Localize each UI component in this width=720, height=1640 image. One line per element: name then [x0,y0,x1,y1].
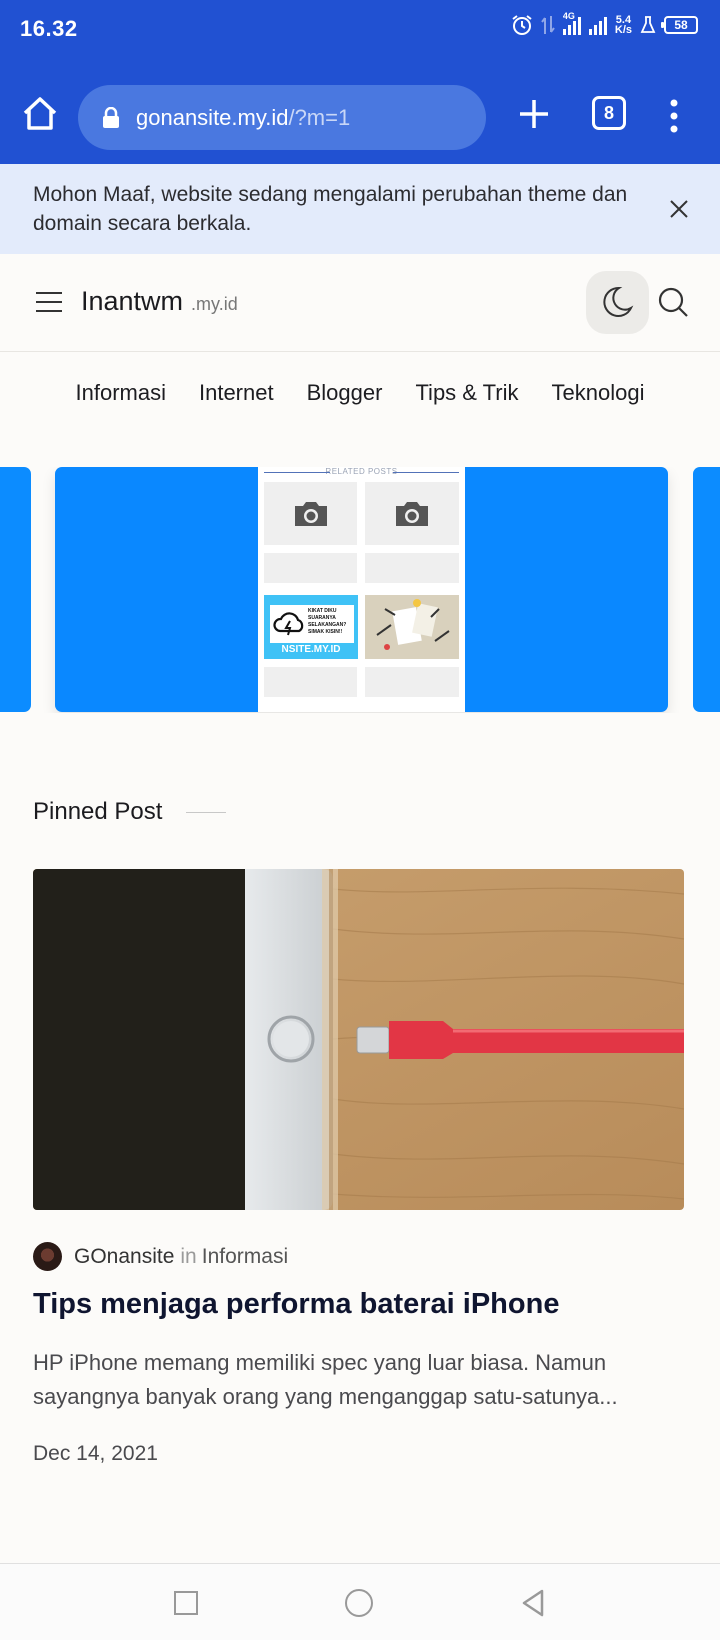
post-date: Dec 14, 2021 [33,1442,158,1465]
pinned-post-heading: Pinned Post [33,798,163,825]
tab-switcher-button[interactable]: 8 [592,96,626,130]
home-icon[interactable] [20,94,60,134]
author-name[interactable]: GOnansite [74,1245,174,1269]
mock-tile [365,667,459,697]
mock-tile-cloud: KIKAT DIKU SUARANYA SELAKANGAN? SIMAK KI… [264,595,358,659]
url-path: /?m=1 [288,104,351,130]
mock-tile [264,482,357,545]
mock-tile-art [365,595,459,659]
slide-current[interactable]: RELATED POSTS KIKAT DIKU SUARANYA SELAKA… [55,467,668,712]
post-title[interactable]: Tips menjaga performa baterai iPhone [33,1288,693,1321]
mock-related-title: RELATED POSTS [258,467,465,479]
post-category-link[interactable]: Informasi [202,1245,288,1269]
moon-icon [603,286,634,317]
data-arrows-icon [541,16,555,34]
logo-suffix: .my.id [191,294,238,314]
mock-tile [264,667,357,697]
recent-apps-button[interactable] [174,1591,198,1615]
slide-next[interactable] [693,467,720,712]
alarm-icon [512,15,532,35]
battery-indicator: 58 [661,16,698,34]
in-label: in [180,1244,197,1268]
more-options-icon[interactable] [664,98,684,134]
mock-tile [365,553,459,583]
notice-text: Mohon Maaf, website sedang mengalami per… [33,183,628,235]
iphone-charging-photo [33,869,684,1210]
notice-banner: Mohon Maaf, website sedang mengalami per… [0,164,720,254]
post-meta: GOnansite in Informasi [33,1242,288,1271]
site-header: Inantwm .my.id [0,254,720,352]
post-excerpt: HP iPhone memang memiliki spec yang luar… [33,1350,618,1409]
browser-toolbar: gonansite.my.id/?m=1 8 [0,60,720,164]
flask-icon [640,16,656,33]
nav-item-internet[interactable]: Internet [199,380,274,406]
home-button[interactable] [345,1589,373,1617]
hamburger-menu-icon[interactable] [35,290,63,314]
mock-tile [365,482,459,545]
site-logo[interactable]: Inantwm .my.id [81,286,238,317]
camera-icon [396,501,428,526]
featured-slider[interactable]: RELATED POSTS KIKAT DIKU SUARANYA SELAKA… [0,467,720,713]
cloud-card: KIKAT DIKU SUARANYA SELAKANGAN? SIMAK KI… [270,605,354,643]
slide-previous[interactable] [0,467,31,712]
mock-tile [264,553,357,583]
address-bar[interactable]: gonansite.my.id/?m=1 [78,85,486,150]
nav-item-tips-trik[interactable]: Tips & Trik [415,380,518,406]
network-type: 4G [562,11,575,21]
slide-image: RELATED POSTS KIKAT DIKU SUARANYA SELAKA… [258,467,465,712]
status-bar: 16.32 4G 5.4 K/s 58 [0,0,720,60]
lock-icon [103,106,119,128]
cloud-card-text: KIKAT DIKU SUARANYA SELAKANGAN? SIMAK KI… [308,608,347,635]
search-icon[interactable] [656,285,690,319]
author-avatar[interactable] [33,1242,62,1271]
nav-item-blogger[interactable]: Blogger [307,380,383,406]
nav-item-informasi[interactable]: Informasi [76,380,166,406]
status-icons: 4G 5.4 K/s 58 [511,11,698,36]
category-nav: Informasi Internet Blogger Tips & Trik T… [0,352,720,434]
cloud-site-text: NSITE.MY.ID [281,644,341,655]
illustration-image [376,599,450,650]
post-thumbnail[interactable] [33,869,684,1210]
signal-strength-1: 4G [562,11,581,35]
close-icon[interactable] [668,198,690,220]
cloud-bolt-icon [273,612,304,636]
url-host: gonansite.my.id [136,104,289,130]
network-speed: 5.4 K/s [614,14,632,36]
new-tab-icon[interactable] [516,96,552,132]
status-time: 16.32 [20,16,78,41]
signal-strength-2 [588,15,607,35]
nav-item-teknologi[interactable]: Teknologi [552,380,645,406]
system-nav-bar [0,1563,720,1640]
back-icon[interactable] [520,1588,546,1618]
dark-mode-toggle[interactable] [586,271,649,334]
camera-icon [294,501,327,526]
divider [186,812,226,813]
